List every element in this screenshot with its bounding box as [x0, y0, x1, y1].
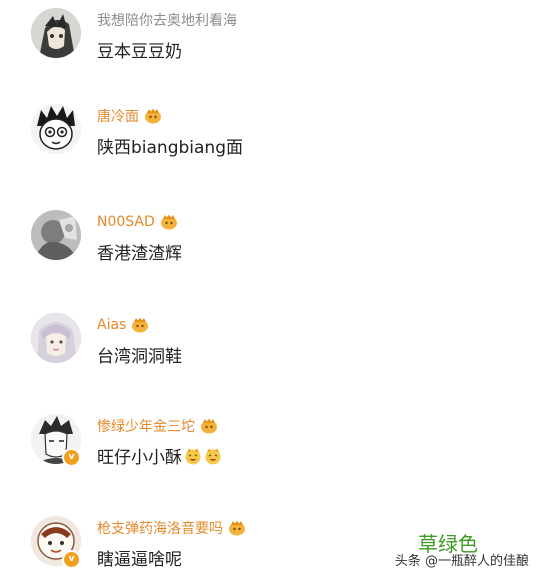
comment-text: 旺仔小小酥	[97, 443, 222, 468]
comment-item: 唐冷面 陕西biangbiang面	[0, 102, 539, 162]
username[interactable]: 我想陪你去奥地利看海	[97, 10, 237, 30]
comment-body: 豆本豆豆奶	[97, 42, 182, 62]
vip-crown-icon	[132, 317, 149, 333]
comment-item: 我想陪你去奥地利看海 豆本豆豆奶	[0, 6, 539, 66]
username-row: 惨绿少年金三坨	[97, 416, 218, 436]
vip-crown-icon	[229, 520, 245, 536]
comment-body: 陕西biangbiang面	[97, 138, 243, 158]
comment-text: 台湾洞洞鞋	[97, 342, 182, 367]
verified-badge-icon: v	[62, 448, 81, 467]
comment-body: 瞎逼逼啥呢	[97, 550, 182, 570]
vip-crown-icon	[201, 418, 217, 434]
laughing-emoji-icon	[185, 448, 201, 464]
comment-text: 瞎逼逼啥呢	[97, 545, 182, 570]
vip-crown-icon	[160, 214, 177, 230]
username-row: 我想陪你去奥地利看海	[97, 10, 237, 30]
username-row: 枪支弹药海洛音要吗	[97, 518, 246, 538]
comment-text: 香港渣渣辉	[97, 239, 182, 264]
username-row: Aias	[97, 315, 149, 335]
username[interactable]: 唐冷面	[97, 106, 139, 126]
comment-list-page: 我想陪你去奥地利看海 豆本豆豆奶 唐冷面 陕西biangbiang面 N00SA…	[0, 0, 539, 575]
avatar[interactable]	[31, 8, 81, 58]
comment-text: 豆本豆豆奶	[97, 37, 182, 62]
username[interactable]: Aias	[97, 317, 126, 333]
username-row: N00SAD	[97, 212, 178, 232]
watermark-text: 头条 @一瓶醉人的佳酿	[394, 554, 529, 569]
username[interactable]: 枪支弹药海洛音要吗	[97, 518, 223, 538]
comment-body: 旺仔小小酥	[97, 448, 182, 468]
username[interactable]: 惨绿少年金三坨	[97, 416, 195, 436]
comment-item: v 惨绿少年金三坨 旺仔小小酥	[0, 412, 539, 472]
avatar[interactable]	[31, 313, 81, 363]
vip-crown-icon	[145, 108, 161, 124]
comment-text: 陕西biangbiang面	[97, 133, 243, 158]
avatar[interactable]	[31, 104, 81, 154]
laughing-emoji-icon	[205, 448, 221, 464]
comment-item: Aias 台湾洞洞鞋	[0, 311, 539, 371]
verified-badge-icon: v	[62, 550, 81, 569]
comment-body: 香港渣渣辉	[97, 244, 182, 264]
comment-item: N00SAD 香港渣渣辉	[0, 208, 539, 268]
avatar[interactable]	[31, 210, 81, 260]
username[interactable]: N00SAD	[97, 214, 155, 230]
username-row: 唐冷面	[97, 106, 162, 126]
comment-body: 台湾洞洞鞋	[97, 347, 182, 367]
